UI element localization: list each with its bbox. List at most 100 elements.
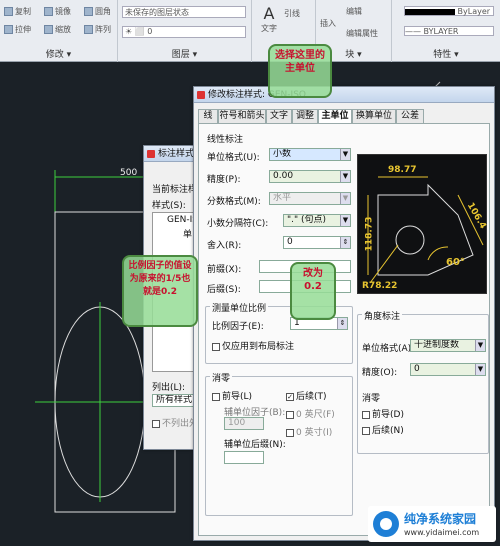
checkbox-icon [286,410,294,419]
checkbox-icon [212,342,220,351]
sub-suffix-label: 辅单位后缀(N): [224,440,286,450]
layer-dropdown[interactable]: ☀ ⬜ 0 [122,26,246,38]
copy-button[interactable]: 复制 [4,6,31,17]
color-dropdown[interactable]: ByLayer [404,6,494,16]
mirror-button[interactable]: 镜像 [44,6,71,17]
feet-checkbox[interactable]: 0 英尺(F) [286,407,335,420]
angular-leading-checkbox[interactable]: 前导(D) [362,407,404,420]
leading-checkbox[interactable]: 前导(L) [212,389,252,402]
preview-svg [367,176,484,284]
no-list-checkbox[interactable]: 不列出外 [152,416,198,429]
no-list-check-icon [152,419,160,428]
linear-dim-legend: 线性标注 [207,135,244,145]
fraction-format-select[interactable]: 水平 ▼ [269,192,351,205]
round-off-label: 舍入(R): [207,241,242,251]
tab-lines[interactable]: 线 [198,109,218,123]
primary-units-panel: 线性标注 单位格式(U): 小数 ▼ 精度(P): 0.00 ▼ 分数格式(M): … [198,123,490,536]
text-a-icon: A [263,4,275,23]
angular-unit-format-select[interactable]: 十进制度数 ▼ [410,339,486,352]
layer-state-dropdown[interactable]: 未保存的图层状态 [122,6,246,18]
array-button[interactable]: 阵列 [84,24,111,35]
angular-precision-select[interactable]: 0 ▼ [410,363,486,376]
decimal-separator-select[interactable]: "." (句点) ▼ [283,214,351,227]
chevron-down-icon: ▼ [475,340,485,351]
mirror-icon [44,7,53,16]
style-item-unit[interactable]: 单 [183,227,192,240]
edit-button[interactable]: 编辑 [346,6,362,17]
checkbox-icon [286,428,294,437]
angular-dim-legend: 角度标注 [362,309,403,322]
ribbon-toolbar: 复制 镜像 圆角 拉伸 缩放 阵列 修改 ▾ 未保存的图层状态 ☀ ⬜ 0 图层… [0,0,500,62]
array-icon [84,25,93,34]
angular-zero-legend: 消零 [362,394,381,404]
precision-label: 精度(P): [207,175,241,185]
annotation-change-value: 改为0.2 [290,262,336,320]
scale-button[interactable]: 缩放 [44,24,71,35]
watermark-logo-icon [373,511,399,537]
annotation-scale-factor: 比例因子的值设为原来的1/5也就是0.2 [122,255,198,327]
tab-alternate-units[interactable]: 换算单位 [352,109,396,123]
angular-precision-label: 精度(O): [362,368,398,378]
stretch-button[interactable]: 拉伸 [4,24,31,35]
fraction-format-label: 分数格式(M): [207,197,261,207]
modify-group-label[interactable]: 修改 ▾ [0,47,117,60]
edit-attribute-button[interactable]: 编辑属性 [346,28,378,39]
dialog-app-icon [197,91,205,99]
preview-angle-value: 60° [446,257,465,268]
sub-factor-input[interactable]: 100 [224,417,264,430]
preview-angle-arc [427,246,449,261]
decimal-separator-label: 小数分隔符(C): [207,219,269,229]
insert-button[interactable]: 插入 [320,18,336,29]
measurement-scale-legend: 测量单位比例 [210,301,269,314]
inch-checkbox[interactable]: 0 英寸(I) [286,425,332,438]
linetype-dropdown[interactable]: —— BYLAYER [404,26,494,36]
angular-unit-format-label: 单位格式(A): [362,344,415,354]
checkbox-icon [212,392,220,401]
modify-group: 复制 镜像 圆角 拉伸 缩放 阵列 修改 ▾ [0,0,118,62]
list-label: 列出(L): [152,383,186,393]
layer-group-label[interactable]: 图层 ▾ [118,47,251,60]
annotation-primary-units: 选择这里的主单位 [268,44,332,98]
fillet-button[interactable]: 圆角 [84,6,111,17]
tab-strip: 线 符号和箭头 文字 调整 主单位 换算单位 公差 [198,109,490,124]
leader-button[interactable]: 引线 [284,8,300,19]
trailing-checkbox[interactable]: ✓ 后续(T) [286,389,327,402]
zero-suppression-group: 消零 前导(L) 辅单位因子(B): 100 辅单位后缀(N): ✓ 后续(T) … [205,371,353,516]
site-watermark: 纯净系统家园 www.yidaimei.com [368,506,496,542]
dimension-preview: 98.77 118.73 106.4 60° R78.22 [357,154,488,294]
tab-symbols-arrows[interactable]: 符号和箭头 [218,109,266,123]
preview-top-value: 98.77 [388,165,417,175]
scale-icon [44,25,53,34]
fillet-icon [84,7,93,16]
checkbox-checked-icon: ✓ [286,392,294,401]
preview-hole [395,225,425,255]
properties-group: ByLayer —— BYLAYER 特性 ▾ [392,0,500,62]
spinner-icon: ⇕ [340,237,350,248]
dimension-text: 500 [120,168,138,178]
text-button[interactable]: A 文字 [258,4,280,34]
scale-factor-label: 比例因子(E): [212,322,264,332]
properties-group-label[interactable]: 特性 ▾ [392,47,500,60]
layout-only-checkbox[interactable]: 仅应用到布局标注 [212,339,294,352]
stretch-icon [4,25,13,34]
sub-suffix-input[interactable] [224,451,264,464]
tab-fit[interactable]: 调整 [292,109,318,123]
preview-radius-value: R78.22 [362,281,398,291]
chevron-down-icon: ▼ [340,215,350,226]
chevron-down-icon: ▼ [340,193,350,204]
color-swatch [405,8,455,15]
tab-text[interactable]: 文字 [266,109,292,123]
spinner-icon: ⇕ [337,318,347,329]
round-off-input[interactable]: 0 ⇕ [283,236,351,249]
styles-label: 样式(S): [152,201,186,211]
modify-dialog-titlebar[interactable]: 修改标注样式: GEN-ISO [194,87,494,103]
angular-dim-group: 角度标注 单位格式(A): 十进制度数 ▼ 精度(O): 0 ▼ 消零 前导(D) … [357,309,489,454]
angular-trailing-checkbox[interactable]: 后续(N) [362,423,404,436]
unit-format-select[interactable]: 小数 ▼ [269,148,351,161]
preview-left-value: 118.73 [364,216,375,252]
precision-select[interactable]: 0.00 ▼ [269,170,351,183]
tab-tolerances[interactable]: 公差 [396,109,424,123]
layer-group: 未保存的图层状态 ☀ ⬜ 0 图层 ▾ [118,0,252,62]
checkbox-icon [362,426,370,435]
tab-primary-units[interactable]: 主单位 [318,109,352,124]
